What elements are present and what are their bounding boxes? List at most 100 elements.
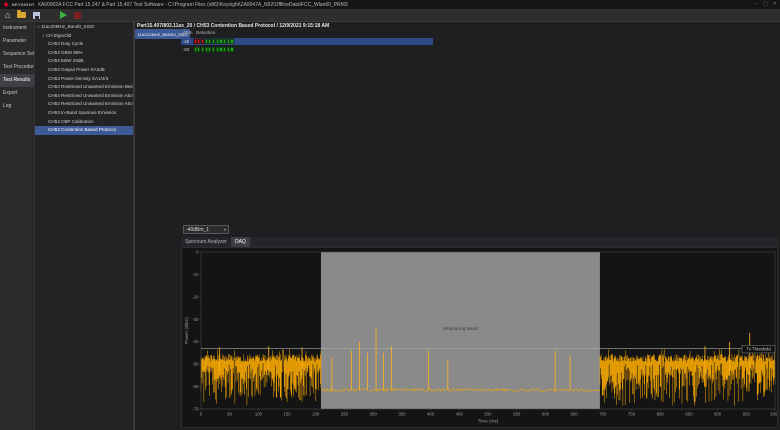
- daq-chart: 0-10-20-30-40-50-60-70050100150200250300…: [182, 248, 777, 427]
- nav-item-parameter[interactable]: Parameter: [0, 35, 34, 48]
- svg-text:450: 450: [456, 412, 464, 417]
- svg-text:1000: 1000: [770, 412, 777, 417]
- app-window: KEYSIGHT XA00902A FCC Part 15.247 & Part…: [0, 0, 780, 430]
- close-button[interactable]: ✕: [773, 0, 777, 9]
- tree-item-label: CH53 CBP Calibration: [48, 119, 94, 124]
- detection-row[interactable]: -63: [181, 46, 433, 54]
- tab-spectrum-analyzer[interactable]: Spectrum Analyzer: [181, 237, 231, 247]
- svg-text:300: 300: [370, 412, 378, 417]
- title-bar: KEYSIGHT XA00902A FCC Part 15.247 & Part…: [0, 0, 780, 9]
- svg-text:550: 550: [513, 412, 521, 417]
- svg-text:-20: -20: [192, 294, 199, 299]
- svg-text:-10: -10: [192, 272, 199, 277]
- tree-expand-icon[interactable]: ∨: [42, 33, 45, 38]
- toolbar: ⌂: [0, 9, 780, 22]
- svg-text:650: 650: [571, 412, 579, 417]
- tree-item-ch53-ebw-26db[interactable]: CH53 EBW 26dB: [35, 57, 133, 66]
- monitoring-band-label: Monitoring Band: [443, 326, 478, 332]
- detection-result-squares: [193, 46, 234, 52]
- results-panel: Part15.407/802.11ax_20 / CH53 Contention…: [135, 22, 780, 430]
- tree-item-label: CH53 In-Band Spurious Emission: [48, 110, 116, 115]
- detection-pass-cell: [230, 39, 233, 44]
- tree-item-ch53-cbp-calibration[interactable]: CH53 CBP Calibration: [35, 118, 133, 127]
- svg-text:950: 950: [743, 412, 751, 417]
- svg-text:900: 900: [714, 412, 722, 417]
- result-selector-dropdown[interactable]: -40dBm_1 ▾: [183, 225, 229, 234]
- tree-item-ch53-in-band-spurious-emission[interactable]: CH53 In-Band Spurious Emission: [35, 109, 133, 118]
- maximize-button[interactable]: ▢: [763, 0, 768, 9]
- keysight-logo-text: KEYSIGHT: [12, 2, 35, 7]
- svg-text:-70: -70: [192, 407, 199, 412]
- svg-text:-50: -50: [192, 362, 199, 367]
- result-selector-value: -40dBm_1: [186, 227, 209, 233]
- viewer-tabs: Spectrum AnalyzerDAQ: [181, 237, 778, 247]
- nav-item-log[interactable]: Log: [0, 100, 34, 113]
- keysight-logo-icon: [3, 2, 9, 8]
- tree-expand-icon[interactable]: ∨: [37, 24, 40, 29]
- tree-item-label: CH53 EBW 26dB: [48, 58, 84, 63]
- stop-test-icon[interactable]: [74, 12, 81, 19]
- tree-item-label: CH53 OBW 99%: [48, 50, 82, 55]
- home-icon[interactable]: ⌂: [5, 11, 10, 20]
- tree-item-ch53-duty-cycle[interactable]: CH53 Duty Cycle: [35, 40, 133, 49]
- run-test-icon[interactable]: [60, 11, 67, 19]
- svg-text:250: 250: [341, 412, 349, 417]
- svg-text:850: 850: [685, 412, 693, 417]
- tree-item-ch53-output-power-sa3db[interactable]: CH53 Output Power SA3dB: [35, 66, 133, 75]
- nav-item-test-results[interactable]: Test Results: [0, 74, 34, 87]
- tree-item-ch53-restricted-unwanted-emission-above-1ghz-av[interactable]: CH53 Restricted Unwanted Emission Above …: [35, 100, 133, 109]
- chart-legend: Tx Threshold: [742, 345, 775, 353]
- detection-row[interactable]: -40: [181, 38, 433, 46]
- tree-item-ch53-restricted-unwanted-emission-above-1ghz-pk[interactable]: CH53 Restricted Unwanted Emission Above …: [35, 92, 133, 101]
- svg-text:600: 600: [542, 412, 550, 417]
- svg-text:500: 500: [484, 412, 492, 417]
- tree-item-ch53-obw-99[interactable]: CH53 OBW 99%: [35, 49, 133, 58]
- tree-item-label: 11ac20MHz_Band0_SISO: [41, 24, 95, 29]
- tree-item-label: CH53 Restricted Unwanted Emission Above …: [48, 101, 133, 106]
- column-header-dbm: dBm: [183, 30, 196, 35]
- nav-item-sequence-setup[interactable]: Sequence Setup: [0, 48, 34, 61]
- detection-table-header: dBm Detection: [183, 30, 215, 35]
- test-plan-tree: ∨11ac20MHz_Band0_SISO∨CH ElginOldCH53 Du…: [34, 22, 133, 430]
- dbm-level-label: -63: [181, 47, 193, 52]
- tree-item-ch53-restricted-unwanted-emission-below-1ghz-pk[interactable]: CH53 Restricted Unwanted Emission Below …: [35, 83, 133, 92]
- svg-text:-40: -40: [192, 339, 199, 344]
- y-axis-label: Power (dBm): [184, 317, 189, 344]
- svg-text:-60: -60: [192, 384, 199, 389]
- tree-item-11ac20mhz-band0-siso[interactable]: ∨11ac20MHz_Band0_SISO: [35, 23, 133, 32]
- svg-text:150: 150: [284, 412, 292, 417]
- tree-item-ch53-power-density-sa1-2-3[interactable]: CH53 Power Density SA1/2/3: [35, 75, 133, 84]
- tree-item-ch53-contention-based-protocol[interactable]: CH53 Contention Based Protocol: [35, 126, 133, 135]
- nav-item-test-procedure[interactable]: Test Procedure: [0, 61, 34, 74]
- legend-label: Tx Threshold: [746, 347, 771, 352]
- svg-text:100: 100: [255, 412, 263, 417]
- minimize-button[interactable]: –: [755, 0, 758, 9]
- svg-text:350: 350: [398, 412, 406, 417]
- tree-item-label: CH53 Output Power SA3dB: [48, 67, 105, 72]
- tree-item-label: CH53 Duty Cycle: [48, 41, 83, 46]
- svg-text:-30: -30: [192, 317, 199, 322]
- tab-daq[interactable]: DAQ: [231, 237, 250, 247]
- svg-text:750: 750: [628, 412, 636, 417]
- tree-item-label: CH53 Restricted Unwanted Emission Above …: [48, 93, 133, 98]
- chevron-down-icon: ▾: [224, 227, 226, 232]
- tree-item-ch-elginold[interactable]: ∨CH ElginOld: [35, 32, 133, 41]
- svg-text:50: 50: [227, 412, 232, 417]
- tree-item-label: CH ElginOld: [46, 33, 71, 38]
- svg-text:400: 400: [427, 412, 435, 417]
- window-controls: – ▢ ✕: [755, 0, 777, 9]
- tree-item-label: CH53 Contention Based Protocol: [48, 127, 116, 132]
- tree-item-label: CH53 Restricted Unwanted Emission Below …: [48, 84, 133, 89]
- window-title: XA00902A FCC Part 15.247 & Part 15.407 T…: [38, 2, 348, 8]
- svg-text:200: 200: [312, 412, 320, 417]
- column-header-detection: Detection: [196, 30, 215, 35]
- save-icon[interactable]: [33, 12, 40, 19]
- svg-text:800: 800: [657, 412, 665, 417]
- nav-item-export[interactable]: Export: [0, 87, 34, 100]
- detection-pass-cell: [230, 47, 233, 52]
- left-navigation: InstrumentParameterSequence SetupTest Pr…: [0, 22, 34, 430]
- tree-item-label: CH53 Power Density SA1/2/3: [48, 76, 108, 81]
- nav-item-instrument[interactable]: Instrument: [0, 22, 34, 35]
- open-folder-icon[interactable]: [17, 12, 26, 18]
- svg-text:700: 700: [599, 412, 607, 417]
